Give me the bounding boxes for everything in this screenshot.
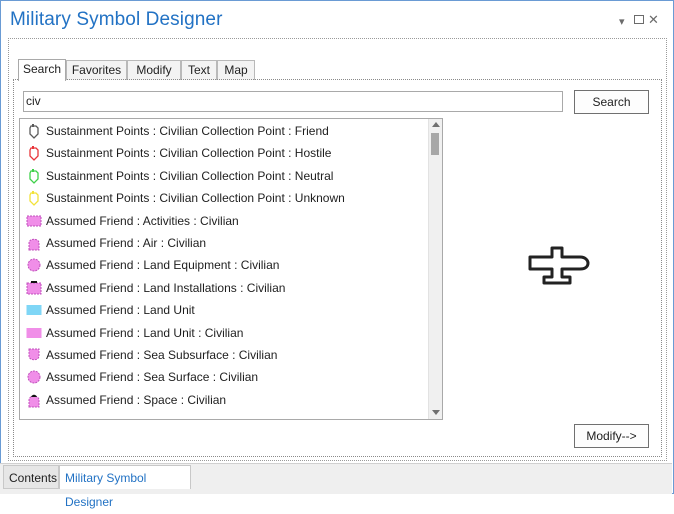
dashed-rect-icon — [26, 213, 42, 229]
rect-icon — [26, 302, 42, 318]
result-item[interactable]: Sustainment Points : Civilian Collection… — [20, 187, 428, 209]
result-item[interactable]: Assumed Friend : Land Unit : Civilian — [20, 322, 428, 344]
result-item-label: Assumed Friend : Air : Civilian — [46, 236, 207, 250]
air-dome-icon — [26, 235, 42, 251]
modify-button[interactable]: Modify--> — [574, 424, 649, 448]
pane-menu-icon[interactable]: ▾ — [619, 15, 625, 28]
bottom-tab-contents[interactable]: Contents — [3, 465, 59, 489]
point-marker-icon — [26, 190, 42, 207]
results-scrollbar[interactable] — [428, 119, 442, 419]
bottom-tab-military-symbol-designer[interactable]: Military Symbol Designer — [59, 465, 191, 509]
result-item-label: Assumed Friend : Space : Civilian — [46, 392, 227, 407]
point-marker-icon — [26, 123, 42, 139]
subsurface-icon — [26, 347, 42, 363]
result-item[interactable]: Sustainment Points : Civilian Collection… — [20, 120, 428, 142]
tab-search[interactable]: Search — [18, 59, 66, 81]
results-list[interactable]: Sustainment Points : Civilian Collection… — [19, 118, 443, 420]
result-item[interactable]: Assumed Friend : Sea Surface : Civilian — [20, 366, 428, 388]
result-item-label: Sustainment Points : Civilian Collection… — [46, 168, 334, 183]
result-item-label: Assumed Friend : Sea Surface : Civilian — [46, 370, 259, 385]
result-item[interactable]: Assumed Friend : Activities : Civilian — [20, 210, 428, 232]
tab-favorites[interactable]: Favorites — [66, 60, 127, 80]
point-marker-icon — [26, 145, 42, 162]
result-item[interactable]: Assumed Friend : Space : Civilian — [20, 389, 428, 411]
result-item-label: Assumed Friend : Sea Subsurface : Civili… — [46, 348, 278, 362]
tab-modify[interactable]: Modify — [127, 60, 181, 80]
result-item[interactable]: Sustainment Points : Civilian Collection… — [20, 165, 428, 187]
scroll-down-icon[interactable] — [432, 410, 440, 415]
result-item-label: Assumed Friend : Land Unit — [46, 303, 195, 318]
space-dome-icon — [26, 392, 42, 408]
tab-map[interactable]: Map — [217, 60, 255, 80]
result-item-label: Assumed Friend : Land Equipment : Civili… — [46, 258, 280, 273]
result-item-label: Assumed Friend : Land Unit : Civilian — [46, 325, 244, 340]
result-item-label: Assumed Friend : Land Installations : Ci… — [46, 280, 286, 295]
rect-icon — [26, 325, 42, 341]
symbol-preview-airplane-icon — [528, 246, 590, 285]
installation-rect-icon — [26, 280, 42, 296]
circle-icon — [26, 257, 42, 273]
result-item[interactable]: Assumed Friend : Sea Subsurface : Civili… — [20, 344, 428, 366]
result-item-label: Assumed Friend : Activities : Civilian — [46, 213, 239, 228]
result-item[interactable]: Assumed Friend : Land Installations : Ci… — [20, 277, 428, 299]
tab-text[interactable]: Text — [181, 60, 217, 80]
close-icon[interactable]: ✕ — [648, 12, 659, 28]
circle-icon — [26, 369, 42, 385]
result-item-label: Sustainment Points : Civilian Collection… — [46, 124, 329, 138]
search-input[interactable] — [23, 91, 563, 112]
search-button[interactable]: Search — [574, 90, 649, 114]
result-item[interactable]: Sustainment Points : Civilian Collection… — [20, 142, 428, 164]
result-item-label: Sustainment Points : Civilian Collection… — [46, 191, 345, 206]
maximize-icon[interactable] — [634, 15, 644, 24]
result-item[interactable]: Assumed Friend : Land Unit — [20, 299, 428, 321]
point-marker-icon — [26, 168, 42, 184]
result-item[interactable]: Assumed Friend : Land Equipment : Civili… — [20, 254, 428, 276]
scroll-up-icon[interactable] — [432, 122, 440, 127]
scroll-thumb[interactable] — [431, 133, 439, 155]
result-item[interactable]: Assumed Friend : Air : Civilian — [20, 232, 428, 254]
window-title: Military Symbol Designer — [10, 9, 223, 30]
result-item-label: Sustainment Points : Civilian Collection… — [46, 146, 332, 161]
